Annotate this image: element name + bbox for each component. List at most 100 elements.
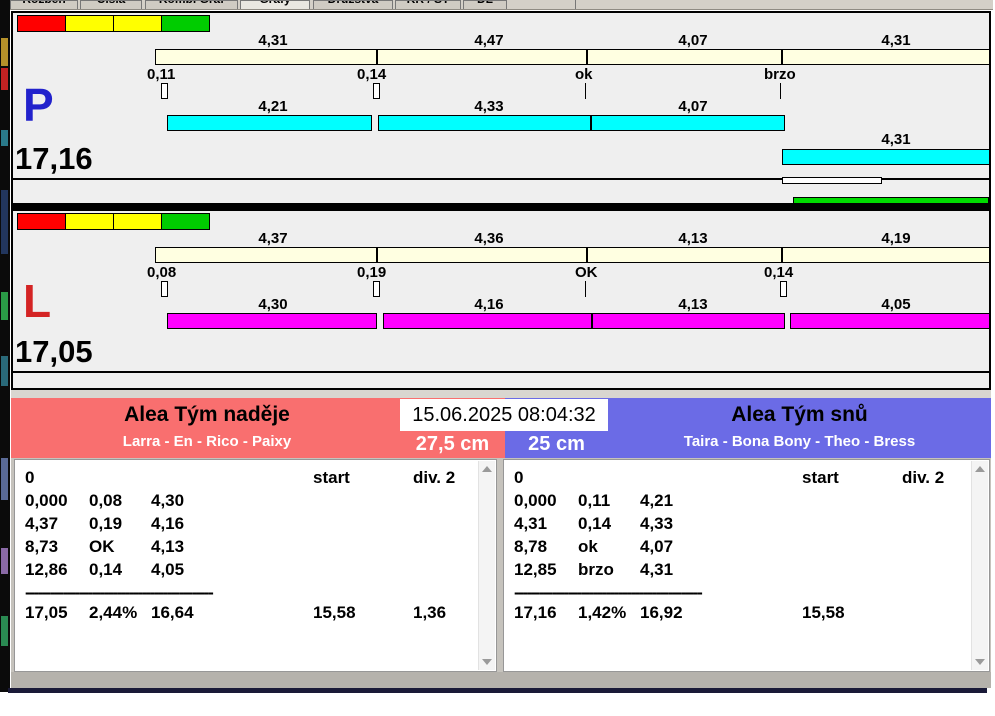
tick-marker (373, 83, 380, 99)
scroll-up-icon[interactable] (482, 466, 492, 472)
split-time-label: 4,47 (447, 32, 531, 49)
header-cell: start (313, 466, 413, 489)
run-graph-panel-p: 4,31 4,47 4,07 4,31 0,11 0,14 ok brzo P … (11, 11, 991, 205)
fault-mark-label: OK (575, 264, 598, 281)
split-time-label: 4,07 (651, 98, 735, 115)
split-time-label: 4,16 (447, 296, 531, 313)
tab-bar: Rozběh Čísla Kombi Graf Grafy Družstva K… (10, 0, 993, 10)
scale-divider (781, 50, 783, 64)
team-name: Alea Tým naděje (11, 403, 403, 427)
table-row: 0,0000,084,30 (25, 489, 496, 512)
run-split-bar (167, 115, 372, 131)
run-split-bar (790, 313, 990, 329)
status-segment-green (161, 15, 210, 32)
status-segment-yellow (113, 213, 162, 230)
header-cell: 0 (514, 466, 578, 489)
time-scale-bar (155, 247, 990, 263)
tick-marker (161, 281, 168, 297)
tab-druzstva[interactable]: Družstva (313, 0, 393, 9)
total-time-p: 17,16 (15, 141, 93, 177)
fault-mark-label: ok (575, 66, 593, 83)
progress-outline-bar (782, 177, 882, 184)
bg-color-speck (1, 458, 8, 500)
team-right-results-table[interactable]: 0startdiv. 2 0,0000,114,21 4,310,144,33 … (503, 459, 990, 672)
bg-color-speck (1, 548, 8, 574)
tab-grafy[interactable]: Grafy (240, 0, 310, 9)
fault-mark-label: 0,08 (147, 264, 176, 281)
tab-dl[interactable]: DL (463, 0, 507, 9)
split-time-label: 4,37 (231, 230, 315, 247)
chart-baseline (13, 371, 989, 373)
bg-color-speck (1, 38, 8, 66)
run-graph-panel-l: 4,37 4,36 4,13 4,19 0,08 0,19 OK 0,14 L … (11, 209, 991, 390)
background-window-strip (0, 0, 10, 692)
split-time-label: 4,13 (651, 296, 735, 313)
tab-rozbeh[interactable]: Rozběh (10, 0, 78, 9)
right-table-scrollbar[interactable] (971, 461, 988, 670)
split-time-label: 4,33 (447, 98, 531, 115)
tick-marker (780, 83, 781, 99)
header-cell: 0 (25, 466, 89, 489)
window-bottom-strip (11, 672, 991, 688)
scale-divider (781, 248, 783, 262)
scale-divider (376, 248, 378, 262)
status-segment-yellow (113, 15, 162, 32)
left-table-scrollbar[interactable] (478, 461, 495, 670)
bg-color-speck (1, 190, 8, 254)
tab-strip-edge (575, 0, 576, 9)
tick-marker (585, 83, 586, 99)
datetime-display: 15.06.2025 08:04:32 (400, 399, 608, 431)
tick-marker (585, 281, 586, 297)
section-gap (11, 390, 991, 398)
total-time-l: 17,05 (15, 334, 93, 370)
scroll-down-icon[interactable] (975, 659, 985, 665)
fault-mark-label: 0,14 (357, 66, 386, 83)
tab-label: KR / ST (396, 0, 460, 6)
split-time-label: 4,13 (651, 230, 735, 247)
app-window: Rozběh Čísla Kombi Graf Grafy Družstva K… (0, 0, 995, 716)
split-time-label: 4,31 (854, 32, 938, 49)
bg-color-speck (1, 130, 8, 146)
bg-color-speck (1, 292, 8, 320)
tab-label: Družstva (314, 0, 392, 6)
scroll-down-icon[interactable] (482, 659, 492, 665)
table-totals-row: 17,161,42%16,9215,58 (514, 601, 989, 624)
fault-mark-label: 0,19 (357, 264, 386, 281)
tick-marker (161, 83, 168, 99)
scale-divider (586, 50, 588, 64)
tick-marker (780, 281, 787, 297)
bar-divider (591, 314, 593, 328)
status-color-bar (18, 213, 210, 230)
table-row: 0,0000,114,21 (514, 489, 989, 512)
jump-height-left: 27,5 cm (400, 432, 505, 456)
fault-mark-label: 0,11 (147, 66, 175, 83)
tab-kombi-graf[interactable]: Kombi Graf (145, 0, 238, 9)
status-segment-yellow (65, 15, 114, 32)
header-cell: start (802, 466, 902, 489)
team-name: Alea Tým snů (608, 403, 991, 427)
status-color-bar (18, 15, 210, 32)
course-letter-l: L (23, 279, 51, 323)
bg-color-speck (1, 356, 8, 386)
tab-cisla[interactable]: Čísla (80, 0, 142, 9)
tab-kr-st[interactable]: KR / ST (395, 0, 461, 9)
status-segment-red (17, 15, 66, 32)
bg-color-speck (1, 68, 8, 90)
scroll-up-icon[interactable] (975, 466, 985, 472)
split-time-label: 4,21 (231, 98, 315, 115)
tab-label: DL (464, 0, 506, 6)
fault-mark-label: 0,14 (764, 264, 793, 281)
tab-label: Kombi Graf (146, 0, 237, 6)
table-row: 8,73OK4,13 (25, 535, 496, 558)
table-row: 8,78ok4,07 (514, 535, 989, 558)
course-letter-p: P (23, 83, 54, 127)
run-split-bar (782, 149, 990, 165)
bg-color-speck (1, 616, 8, 646)
scale-divider (586, 248, 588, 262)
table-row: 4,310,144,33 (514, 512, 989, 535)
team-left-results-table[interactable]: 0startdiv. 2 0,0000,084,30 4,370,194,16 … (14, 459, 497, 672)
table-dashed-separator: ----------------------------------------… (514, 581, 989, 601)
time-scale-bar (155, 49, 990, 65)
teams-section: Alea Tým naděje Larra - En - Rico - Paix… (11, 398, 991, 672)
table-row: 12,860,144,05 (25, 558, 496, 581)
